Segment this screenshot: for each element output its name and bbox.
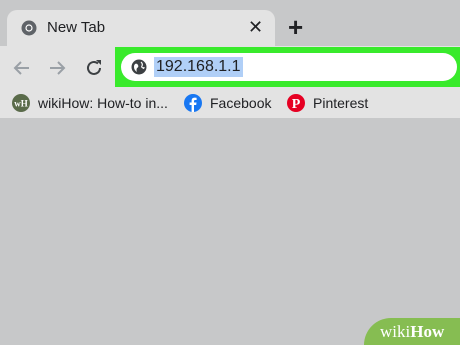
bookmark-label: Facebook — [210, 95, 272, 111]
svg-text:wH: wH — [14, 99, 28, 109]
forward-arrow-icon[interactable] — [47, 58, 67, 78]
svg-text:P: P — [292, 97, 301, 112]
pinterest-icon: P — [287, 94, 305, 112]
watermark-text: wikiHow — [380, 322, 445, 341]
bookmark-label: Pinterest — [313, 95, 369, 111]
url-text[interactable]: 192.168.1.1 — [154, 57, 243, 77]
new-tab-button[interactable]: + — [288, 14, 303, 40]
wikihow-watermark: wikiHow — [364, 318, 460, 345]
wikihow-favicon-icon: wH — [12, 94, 30, 112]
bookmark-label: wikiHow: How-to in... — [38, 95, 168, 111]
facebook-icon — [184, 94, 202, 112]
globe-icon — [131, 59, 147, 75]
chrome-icon — [21, 20, 37, 36]
page-content — [0, 118, 460, 345]
close-tab-button[interactable]: ✕ — [248, 17, 263, 37]
address-bar[interactable]: 192.168.1.1 — [121, 53, 457, 81]
bookmark-facebook[interactable]: Facebook — [184, 94, 274, 114]
bookmark-wikihow[interactable]: wH wikiHow: How-to in... — [12, 94, 172, 114]
reload-icon[interactable] — [84, 58, 104, 78]
tab-new-tab[interactable]: New Tab ✕ — [7, 10, 275, 46]
bookmark-pinterest[interactable]: P Pinterest — [287, 94, 372, 114]
bookmarks-bar: wH wikiHow: How-to in... Facebook P Pint… — [0, 88, 460, 118]
tab-strip: New Tab ✕ + — [0, 0, 460, 46]
tab-title: New Tab — [47, 19, 106, 36]
back-arrow-icon[interactable] — [12, 58, 32, 78]
